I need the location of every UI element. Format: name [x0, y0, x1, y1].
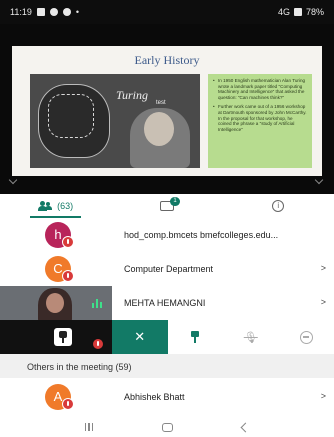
info-icon: i [272, 200, 285, 212]
tab-info[interactable]: i [223, 194, 334, 218]
expand-chevron-icon[interactable] [314, 175, 324, 185]
message-icon [49, 8, 58, 16]
chat-badge: 1 [169, 197, 180, 206]
image-subword: test [156, 100, 166, 106]
circuit-brain-graphic [48, 94, 94, 138]
status-bar: 11:19 • 4G 78% [0, 0, 334, 24]
participant-row[interactable]: MEHTA HEMANGNI > [0, 286, 334, 320]
signal-icon [293, 8, 302, 16]
home-icon[interactable] [162, 422, 174, 432]
tab-participants[interactable]: (63) [0, 194, 111, 218]
meeting-tabs: (63) 1 i [0, 194, 334, 218]
back-icon[interactable] [240, 422, 251, 432]
chevron-right-icon[interactable]: > [321, 263, 326, 273]
more-options-button[interactable] [278, 320, 334, 354]
participant-video [0, 286, 112, 320]
chevron-right-icon[interactable]: > [321, 297, 326, 307]
participant-name: Abhishek Bhatt [124, 392, 185, 402]
network-indicator: 4G [277, 7, 290, 17]
turing-portrait-face [144, 112, 174, 146]
participant-name: hod_comp.bmcets bmefcolleges.edu... [124, 230, 279, 240]
status-dot: • [75, 7, 80, 17]
participant-list: h hod_comp.bmcets bmefcolleges.edu... C … [0, 218, 334, 354]
mic-muted-icon [62, 270, 74, 282]
video-face [46, 293, 64, 313]
slide-bullet: Further work came out of a 1956 workshop… [213, 104, 307, 132]
status-left: 11:19 • [10, 7, 79, 17]
collapse-chevron-icon[interactable] [8, 175, 18, 185]
shared-screen[interactable]: Early History Turing test In 1950 Englis… [0, 24, 334, 194]
pinned-participant-tile[interactable] [0, 320, 112, 354]
participant-row[interactable]: h hod_comp.bmcets bmefcolleges.edu... [0, 218, 334, 252]
participant-name: MEHTA HEMANGNI [124, 298, 206, 308]
pin-icon [189, 331, 201, 343]
pin-icon [54, 328, 72, 346]
image-word: Turing [116, 88, 149, 102]
chevron-right-icon[interactable]: > [321, 391, 326, 401]
slide-bullets: In 1950 English mathematician Alan Turin… [208, 74, 312, 168]
remove-circle-icon [299, 330, 313, 344]
status-right: 4G 78% [278, 7, 324, 17]
participant-actions-row: ✕ 🎙 [0, 320, 334, 354]
turing-test-image: Turing test [30, 74, 200, 168]
people-icon [38, 201, 53, 211]
mute-participant-button[interactable]: 🎙 [223, 320, 279, 354]
settings-icon [62, 8, 71, 16]
presentation-slide: Early History Turing test In 1950 Englis… [12, 46, 322, 176]
participant-action-bar: ✕ 🎙 [112, 320, 334, 354]
recent-apps-icon[interactable] [84, 423, 94, 431]
close-icon: ✕ [134, 329, 146, 344]
slide-title: Early History [134, 53, 200, 67]
others-section-header: Others in the meeting (59) [0, 354, 334, 378]
participant-name: Computer Department [124, 264, 214, 274]
remove-participant-button[interactable]: ✕ [112, 320, 168, 354]
mic-muted-icon [62, 236, 74, 248]
system-nav-bar [0, 417, 334, 437]
participant-row[interactable]: A Abhishek Bhatt > [0, 380, 334, 414]
participant-row[interactable]: C Computer Department > [0, 252, 334, 286]
participants-count: (63) [57, 201, 74, 211]
speaking-indicator-icon [92, 298, 104, 308]
gallery-icon [36, 8, 45, 16]
others-section-label: Others in the meeting (59) [27, 362, 132, 372]
clock: 11:19 [10, 7, 32, 17]
pin-button[interactable] [167, 320, 223, 354]
tab-chat[interactable]: 1 [111, 194, 222, 218]
battery-level: 78% [305, 7, 324, 17]
mic-off-icon: 🎙 [243, 331, 258, 344]
chat-icon: 1 [159, 197, 180, 211]
slide-bullet: In 1950 English mathematician Alan Turin… [213, 78, 307, 100]
mic-muted-icon [62, 398, 74, 410]
mic-muted-icon [92, 338, 104, 350]
